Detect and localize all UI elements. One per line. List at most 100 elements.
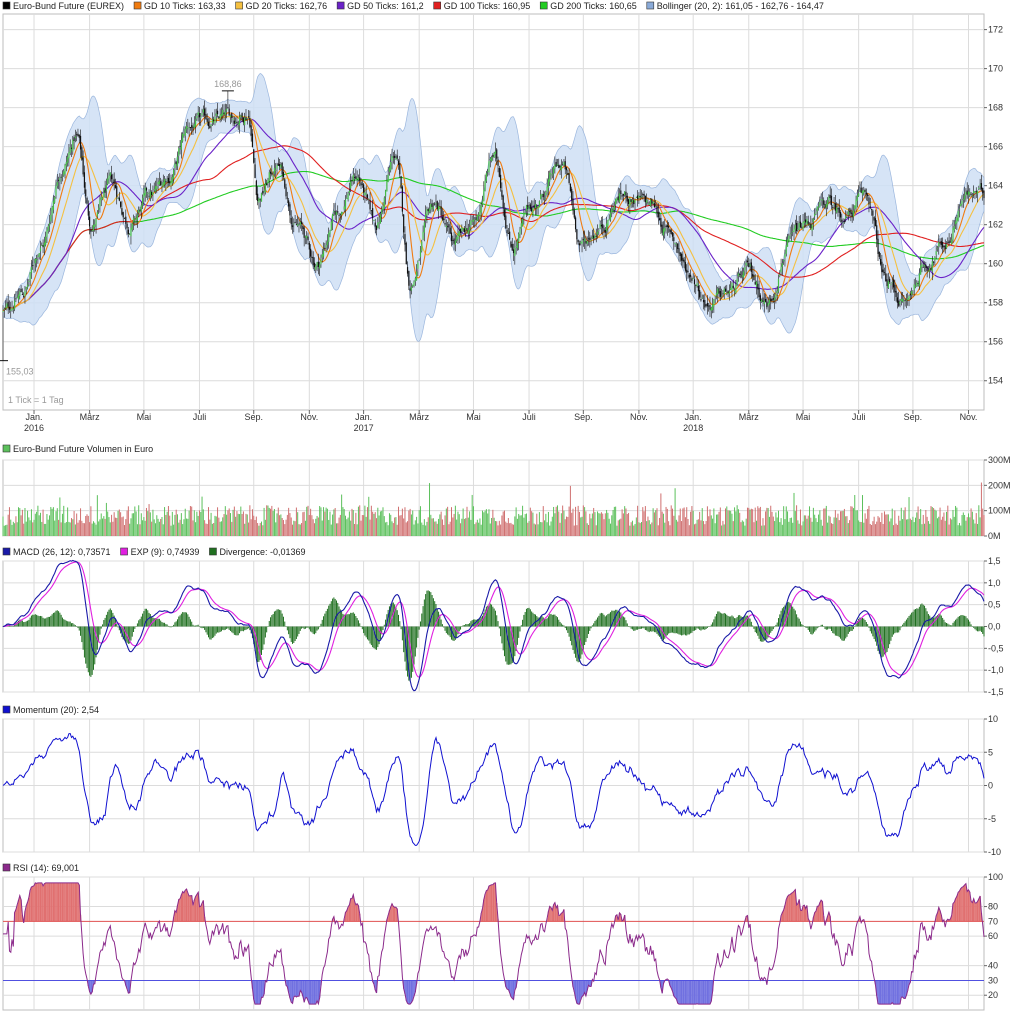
volume-bar <box>907 519 909 536</box>
volume-bar <box>298 524 300 536</box>
volume-bar <box>883 511 885 536</box>
divergence-bar <box>497 621 499 627</box>
divergence-bar <box>983 626 985 637</box>
divergence-bar <box>757 626 759 636</box>
divergence-bar <box>290 626 292 642</box>
candle-body <box>797 229 799 230</box>
volume-bar <box>421 522 423 536</box>
candle-body <box>594 234 596 239</box>
candle-body <box>618 193 621 202</box>
divergence-bar <box>359 623 361 627</box>
candle-body <box>740 271 742 278</box>
divergence-bar <box>673 626 675 634</box>
divergence-bar <box>226 626 228 629</box>
candle-body <box>629 197 631 207</box>
candle-body <box>33 264 35 266</box>
divergence-bar <box>204 626 206 630</box>
volume-bar <box>493 517 495 536</box>
divergence-bar <box>116 623 118 627</box>
candle-body <box>657 211 659 218</box>
volume-bar <box>3 525 5 536</box>
divergence-bar <box>957 616 959 627</box>
divergence-bar <box>690 626 692 634</box>
divergence-bar <box>735 618 737 627</box>
volume-bar <box>325 507 327 536</box>
volume-bar <box>703 521 705 536</box>
legend-swatch <box>2 547 11 556</box>
divergence-bar <box>974 626 976 630</box>
volume-bar <box>381 510 383 536</box>
volume-bar <box>542 506 544 536</box>
candle-body <box>286 197 288 199</box>
divergence-bar <box>241 626 243 631</box>
volume-bar <box>6 524 8 536</box>
candle-body <box>141 197 144 206</box>
candle-body <box>550 173 552 175</box>
volume-bar <box>14 523 16 536</box>
volume-bar <box>506 522 508 536</box>
volume-bar <box>264 519 266 536</box>
volume-bar <box>63 505 65 536</box>
volume-bar <box>197 515 199 536</box>
divergence-bar <box>360 626 362 627</box>
volume-bar <box>186 518 188 536</box>
candle-body <box>28 280 30 282</box>
volume-bar <box>759 506 761 536</box>
divergence-bar <box>903 622 905 627</box>
divergence-bar <box>244 626 246 631</box>
candle-body <box>785 245 787 254</box>
volume-bar <box>34 513 36 536</box>
candle-body <box>559 165 561 168</box>
volume-bar <box>860 521 862 536</box>
volume-bar <box>102 518 104 536</box>
volume-bar <box>135 511 137 536</box>
volume-bar <box>784 519 786 536</box>
candle-body <box>32 265 34 267</box>
volume-bar <box>321 520 323 536</box>
candle-body <box>688 274 690 278</box>
volume-bar <box>655 510 657 536</box>
divergence-bar <box>370 626 372 646</box>
volume-bar <box>744 525 746 536</box>
candle-body <box>671 232 674 237</box>
volume-bar <box>440 511 442 536</box>
volume-bar <box>837 513 839 536</box>
volume-bar <box>584 507 586 536</box>
divergence-bar <box>644 626 646 631</box>
candle-body <box>697 285 699 292</box>
divergence-bar <box>369 626 371 644</box>
divergence-bar <box>790 604 792 627</box>
candle-body <box>232 119 234 121</box>
volume-bar <box>597 511 599 536</box>
divergence-bar <box>643 626 645 629</box>
candle-body <box>447 226 449 228</box>
volume-bar <box>957 525 959 536</box>
candle-body <box>125 216 127 224</box>
divergence-bar <box>232 626 234 634</box>
volume-bar <box>599 513 601 536</box>
candle-body <box>373 220 375 222</box>
candle-body <box>642 194 644 195</box>
volume-bar <box>911 519 913 536</box>
volume-bar <box>239 514 241 536</box>
volume-bar <box>82 523 84 536</box>
divergence-bar <box>593 623 595 627</box>
divergence-bar <box>890 626 892 641</box>
candle-body <box>625 191 627 198</box>
volume-bar <box>944 520 946 536</box>
candle-body <box>472 219 475 222</box>
volume-bar <box>805 515 807 536</box>
divergence-bar <box>80 626 82 636</box>
divergence-bar <box>127 626 129 644</box>
divergence-bar <box>748 617 750 627</box>
divergence-bar <box>208 626 210 638</box>
volume-bar <box>867 509 869 536</box>
divergence-bar <box>545 618 547 627</box>
divergence-bar <box>682 626 684 636</box>
divergence-bar <box>493 608 495 627</box>
volume-bar <box>220 521 222 536</box>
divergence-bar <box>443 626 445 628</box>
candle-body <box>784 253 786 259</box>
volume-bar <box>787 511 789 536</box>
candle-body <box>553 167 555 174</box>
